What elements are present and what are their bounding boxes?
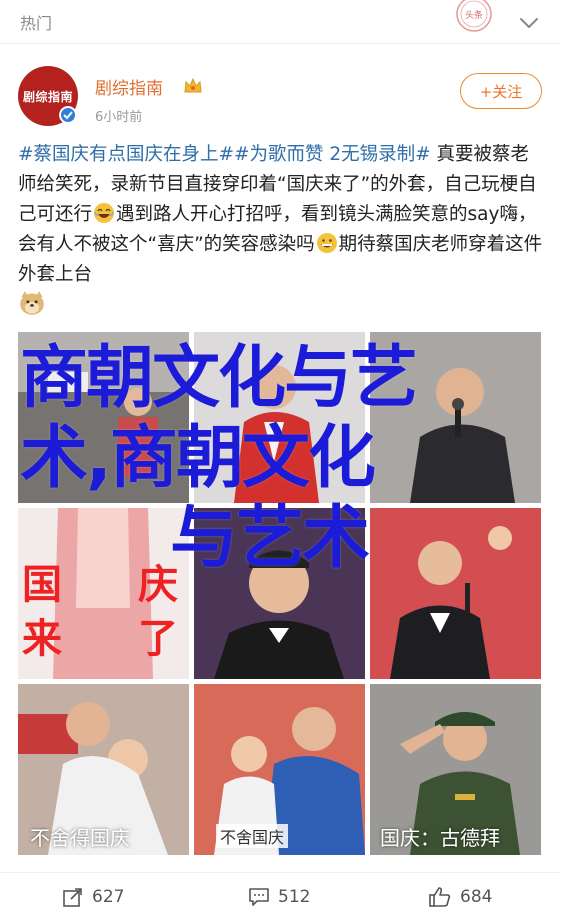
hashtag-link[interactable]: #蔡国庆有点国庆在身上# [18,144,234,165]
post-image[interactable]: 国 来 庆 了 [18,508,189,679]
image-caption: 国庆：古德拜 [380,826,500,850]
chevron-down-icon[interactable] [518,12,540,34]
comment-count: 512 [278,887,311,907]
share-count: 627 [92,887,125,907]
hashtag-link[interactable]: #为歌而赞 2无锡录制# [234,144,431,165]
photo-portrait [194,508,365,679]
post-image[interactable] [370,332,541,503]
share-icon [63,888,82,907]
stamp-icon: 头条 [456,0,492,32]
author-name[interactable]: 剧综指南 [95,74,163,99]
image-caption: 了 [138,616,178,662]
laughing-emoji-icon [94,203,115,223]
top-bar: 热门 头条 [0,0,561,44]
like-count: 684 [460,887,493,907]
image-caption: 不舍国庆 [216,824,289,848]
post-time: 6小时前 [95,110,143,125]
post-image[interactable] [18,332,189,503]
image-caption: 来 [22,616,62,662]
feed-title[interactable]: 热门 [20,10,52,34]
post-image[interactable]: 不舍得国庆 [18,684,189,855]
photo-red-jacket [194,332,365,503]
image-caption: 庆 [138,562,178,608]
action-bar: 627 512 684 [0,872,561,919]
post-image[interactable]: 不舍国庆 [194,684,365,855]
thumbs-up-icon [429,887,451,907]
photo-stage [370,508,541,679]
image-caption: 不舍得国庆 [30,826,130,850]
doge-emoji-icon [20,291,44,315]
photo-street [18,332,189,503]
like-button[interactable]: 684 [428,885,492,909]
post-image[interactable]: 国庆：古德拜 [370,684,541,855]
post-text: #蔡国庆有点国庆在身上##为歌而赞 2无锡录制# 真要被蔡老师给笑死，录新节目直… [18,140,543,322]
comment-icon [249,888,269,906]
grin-emoji-icon [316,233,337,253]
stamp-text: 头条 [465,9,483,21]
post-image[interactable] [194,332,365,503]
image-grid: 国 来 庆 了 不舍得国庆 不舍国庆 国庆：古德拜 [18,332,542,856]
follow-button[interactable]: +关注 [460,73,542,109]
image-caption: 国 [22,562,62,608]
post-image[interactable] [194,508,365,679]
crown-icon [184,77,202,93]
verified-icon [59,106,77,124]
comment-button[interactable]: 512 [248,885,310,909]
photo-microphone [370,332,541,503]
share-button[interactable]: 627 [62,885,124,909]
post-image[interactable] [370,508,541,679]
